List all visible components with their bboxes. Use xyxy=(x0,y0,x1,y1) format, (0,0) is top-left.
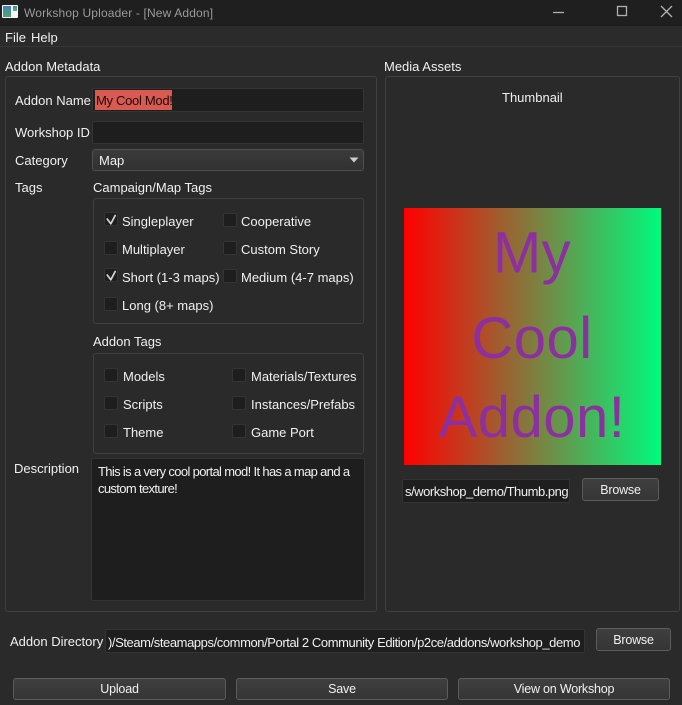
svg-text:Addon!: Addon! xyxy=(439,385,626,450)
svg-text:My: My xyxy=(493,221,571,286)
svg-text:Cool: Cool xyxy=(471,306,592,371)
